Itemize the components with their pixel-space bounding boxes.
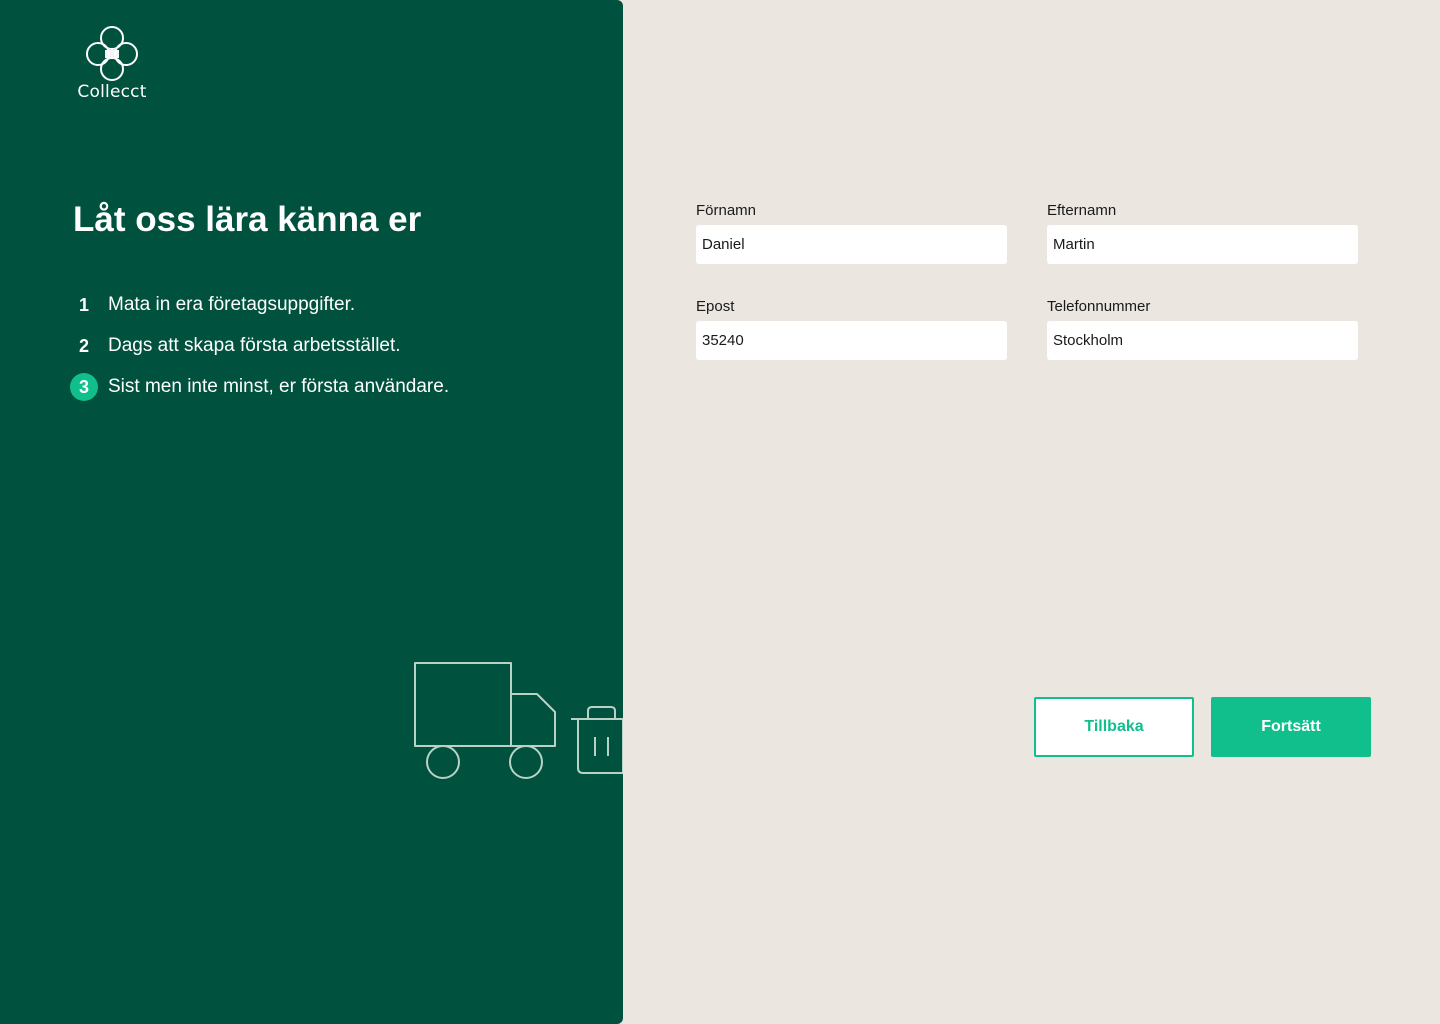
step-item-2: 2 Dags att skapa första arbetsstället.	[70, 326, 449, 366]
truck-icon	[414, 662, 556, 779]
step-list: 1 Mata in era företagsuppgifter. 2 Dags …	[70, 285, 449, 408]
step-number: 1	[78, 294, 89, 315]
left-panel: Collecct Låt oss lära känna er 1 Mata in…	[0, 0, 623, 1024]
first-name-input[interactable]	[696, 225, 1007, 264]
step-number-active: 3	[70, 373, 98, 401]
truck-trash-illustration	[414, 662, 623, 779]
email-group: Epost	[696, 297, 1007, 360]
brand-name: Collecct	[77, 82, 147, 102]
last-name-group: Efternamn	[1047, 201, 1358, 264]
first-name-group: Förnamn	[696, 201, 1007, 264]
back-button[interactable]: Tillbaka	[1034, 697, 1194, 757]
brand-logo[interactable]: Collecct	[72, 24, 152, 104]
last-name-label: Efternamn	[1047, 202, 1117, 219]
continue-button[interactable]: Fortsätt	[1211, 697, 1371, 757]
trash-bin-icon	[571, 706, 623, 774]
phone-input[interactable]	[1047, 321, 1358, 360]
step-number: 2	[78, 335, 89, 356]
step-label: Mata in era företagsuppgifter.	[108, 294, 356, 315]
phone-group: Telefonnummer	[1047, 297, 1358, 360]
step-label: Dags att skapa första arbetsstället.	[108, 335, 401, 356]
first-name-label: Förnamn	[696, 202, 757, 219]
step-item-3: 3 Sist men inte minst, er första använda…	[70, 367, 449, 407]
collecct-logo-icon	[86, 26, 138, 81]
email-input[interactable]	[696, 321, 1007, 360]
page-title: Låt oss lära känna er	[73, 200, 422, 239]
phone-label: Telefonnummer	[1047, 298, 1151, 315]
step-label: Sist men inte minst, er första användare…	[108, 376, 450, 397]
email-label: Epost	[696, 298, 735, 315]
step-item-1: 1 Mata in era företagsuppgifter.	[70, 285, 449, 325]
last-name-input[interactable]	[1047, 225, 1358, 264]
